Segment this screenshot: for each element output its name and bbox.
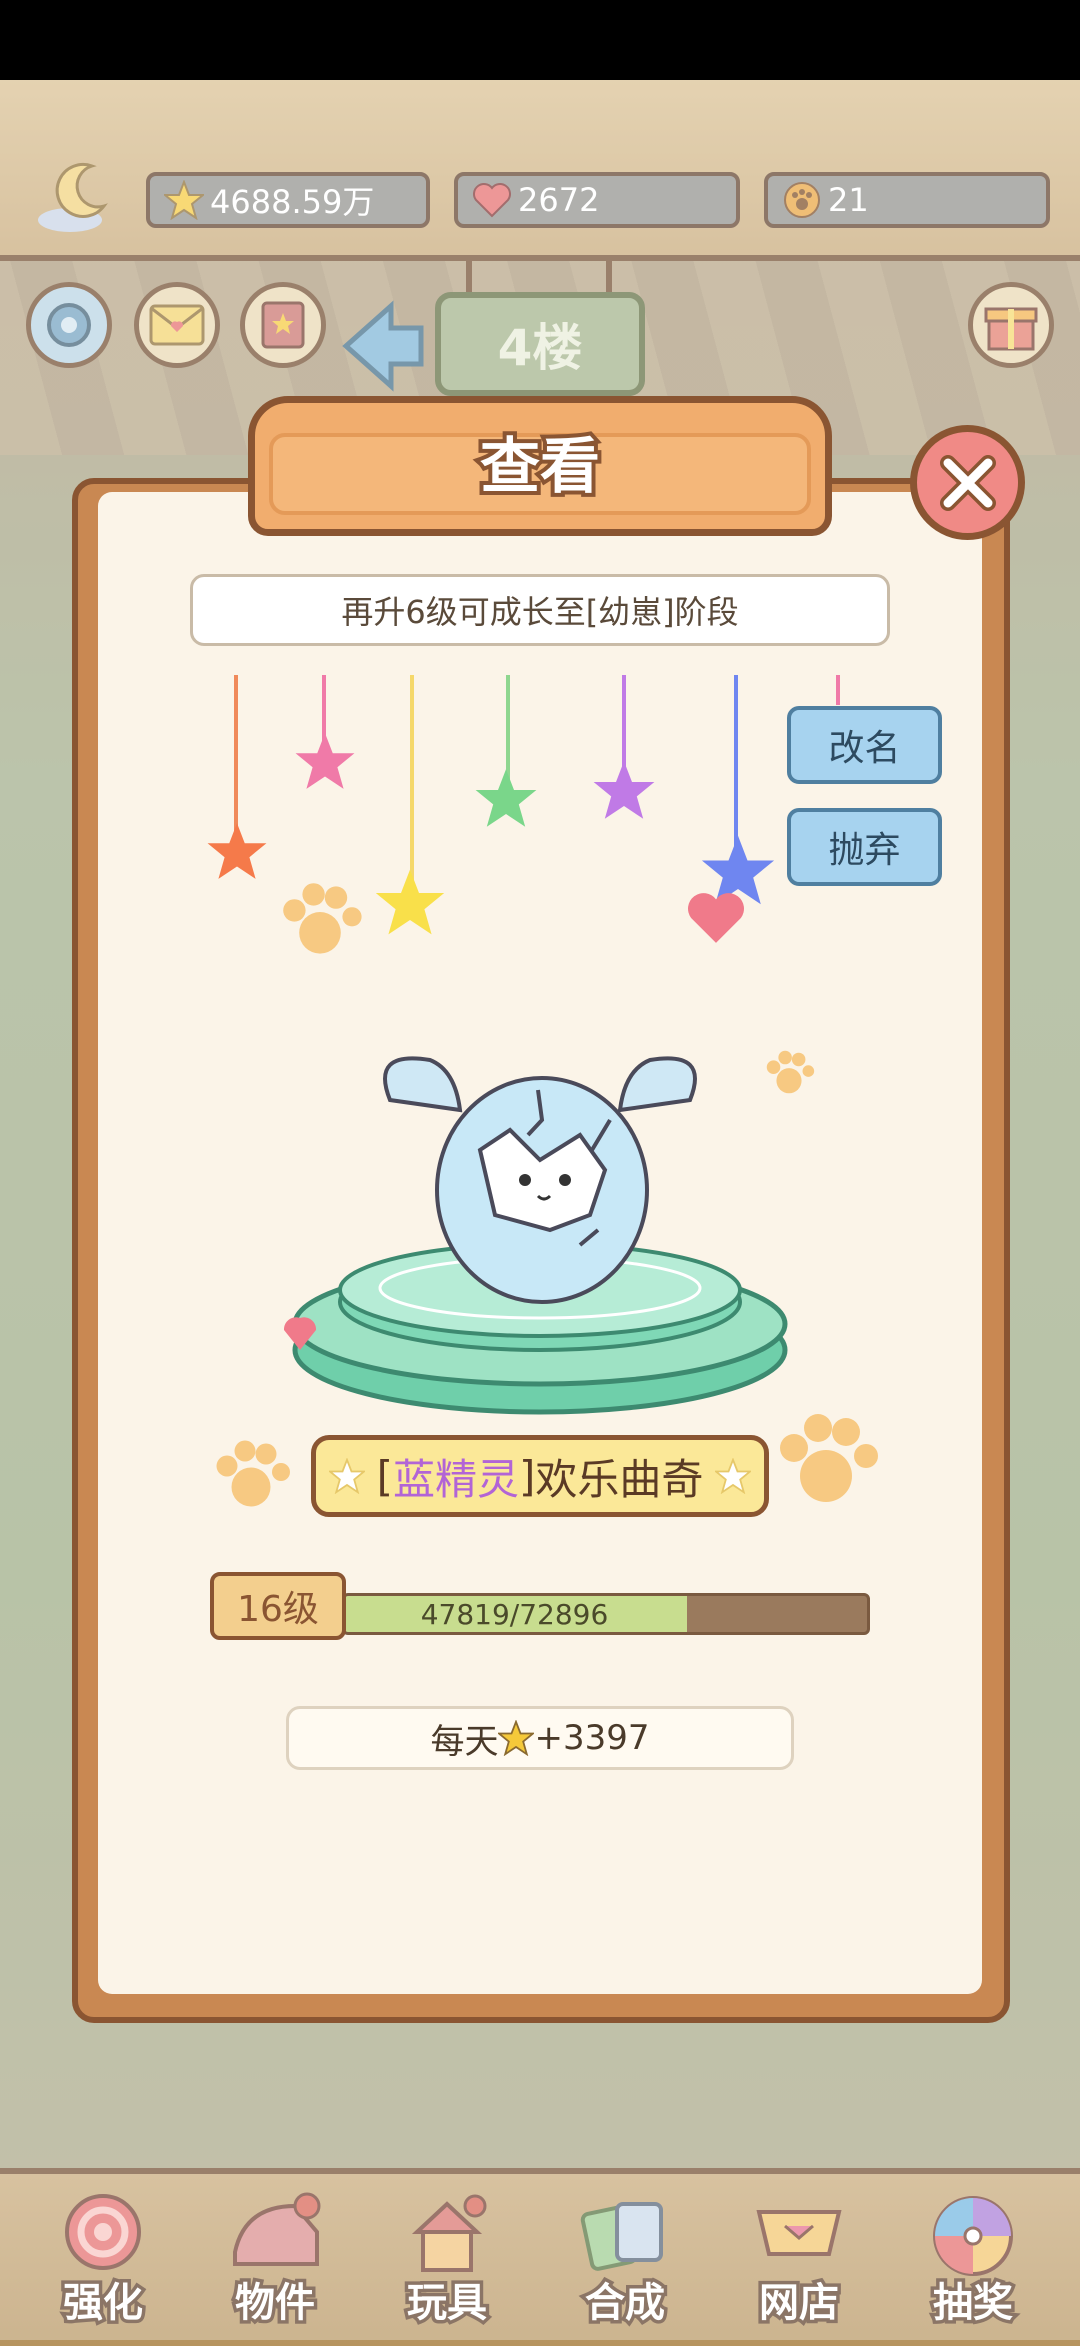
paw-print-small-icon bbox=[766, 1050, 815, 1094]
star-green-icon bbox=[475, 769, 537, 827]
status-bar bbox=[0, 0, 1080, 80]
growth-hint: 再升6级可成长至[幼崽]阶段 bbox=[190, 574, 890, 646]
daily-income: 每天 +3397 bbox=[286, 1706, 794, 1770]
star-left-icon bbox=[328, 1458, 365, 1494]
pet-name-close: ] bbox=[519, 1451, 536, 1501]
daily-value: +3397 bbox=[534, 1718, 650, 1758]
pet-nickname: 欢乐曲奇 bbox=[535, 1454, 704, 1504]
pet-name-open: [ bbox=[376, 1451, 393, 1501]
pet-display bbox=[280, 1040, 800, 1420]
level-label: 16级 bbox=[237, 1589, 319, 1630]
growth-hint-text: 再升6级可成长至[幼崽]阶段 bbox=[341, 593, 739, 631]
abandon-label: 抛弃 bbox=[828, 830, 901, 871]
rename-button[interactable]: 改名 bbox=[787, 706, 942, 784]
close-button[interactable] bbox=[910, 425, 1025, 540]
heart-decor-icon bbox=[688, 893, 744, 943]
rename-label: 改名 bbox=[828, 728, 901, 769]
paw-print-left-icon bbox=[216, 1440, 290, 1507]
pet-name-plate: [ 蓝精灵 ] 欢乐曲奇 bbox=[311, 1435, 769, 1517]
daily-prefix: 每天 bbox=[430, 1721, 499, 1762]
pet-species: 蓝精灵 bbox=[392, 1454, 519, 1504]
paw-print-icon bbox=[283, 883, 362, 954]
star-purple-icon bbox=[593, 761, 655, 819]
star-yellow-icon bbox=[375, 869, 445, 935]
xp-text: 47819/72896 bbox=[420, 1597, 609, 1631]
star-icon bbox=[498, 1720, 535, 1756]
star-orange-icon bbox=[207, 823, 267, 879]
level-badge: 16级 bbox=[210, 1572, 346, 1640]
dialog-title: 查看 bbox=[476, 428, 604, 506]
close-icon bbox=[936, 451, 1000, 515]
star-right-icon bbox=[715, 1458, 752, 1494]
star-pink-icon bbox=[295, 733, 355, 789]
paw-print-right-icon bbox=[780, 1414, 878, 1502]
abandon-button[interactable]: 抛弃 bbox=[787, 808, 942, 886]
